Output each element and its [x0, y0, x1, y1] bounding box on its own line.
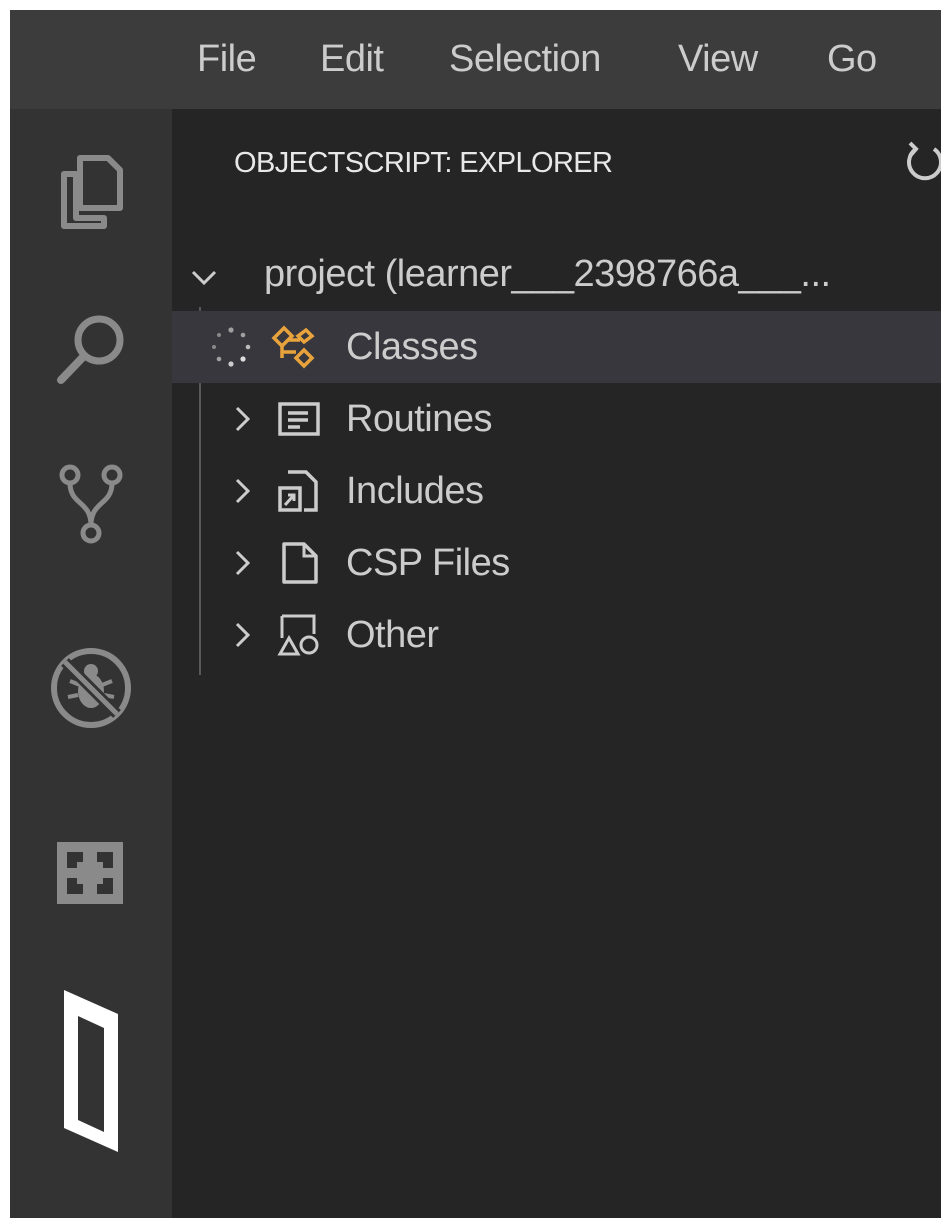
chevron-right-icon — [235, 622, 251, 648]
extensions-activity-button[interactable] — [10, 817, 172, 927]
tree-item-csp-files[interactable]: CSP Files — [172, 527, 941, 599]
search-icon — [57, 315, 124, 384]
routines-icon — [278, 402, 320, 436]
menu-go[interactable]: Go — [827, 36, 877, 82]
tree-item-other[interactable]: Other — [172, 599, 941, 671]
chevron-down-icon — [191, 270, 217, 286]
debug-disabled-icon — [51, 648, 131, 728]
project-label: project (learner___2398766a___... — [264, 253, 831, 295]
objectscript-explorer-panel: OBJECTSCRIPT: EXPLORER project (learner_… — [172, 109, 941, 1218]
classes-icon — [271, 325, 315, 369]
project-tree-item[interactable]: project (learner___2398766a___... — [172, 239, 941, 311]
objectscript-activity-button[interactable] — [10, 981, 172, 1161]
panel-title: OBJECTSCRIPT: EXPLORER — [234, 147, 613, 179]
tree-item-label: Other — [346, 614, 439, 656]
menu-selection[interactable]: Selection — [449, 36, 601, 82]
menubar: File Edit Selection View Go — [10, 10, 941, 109]
debug-activity-button[interactable] — [10, 633, 172, 743]
chevron-right-icon — [235, 478, 251, 504]
loading-spinner-icon — [212, 327, 251, 367]
includes-icon — [278, 470, 318, 512]
tree-item-label: CSP Files — [346, 542, 510, 584]
extensions-icon — [57, 842, 123, 904]
chevron-right-icon — [235, 550, 251, 576]
menu-view[interactable]: View — [678, 36, 758, 82]
csp-file-icon — [282, 542, 318, 584]
intersystems-objectscript-icon — [64, 990, 118, 1152]
vscode-window: File Edit Selection View Go OBJECTSCRIPT… — [10, 10, 941, 1218]
tree-item-label: Classes — [346, 326, 478, 368]
tree-item-routines[interactable]: Routines — [172, 383, 941, 455]
source-control-activity-button[interactable] — [10, 449, 172, 559]
chevron-right-icon — [235, 406, 251, 432]
refresh-icon[interactable] — [900, 137, 941, 187]
tree-item-includes[interactable]: Includes — [172, 455, 941, 527]
explorer-activity-button[interactable] — [10, 137, 172, 247]
search-activity-button[interactable] — [10, 293, 172, 403]
files-icon — [61, 155, 123, 229]
menu-edit[interactable]: Edit — [320, 36, 384, 82]
menu-file[interactable]: File — [197, 36, 257, 82]
tree-item-label: Routines — [346, 398, 492, 440]
tree-item-classes[interactable]: Classes — [172, 311, 941, 383]
tree-item-label: Includes — [346, 470, 484, 512]
source-control-icon — [59, 464, 123, 544]
other-icon — [277, 614, 319, 656]
activity-bar — [10, 109, 172, 1218]
